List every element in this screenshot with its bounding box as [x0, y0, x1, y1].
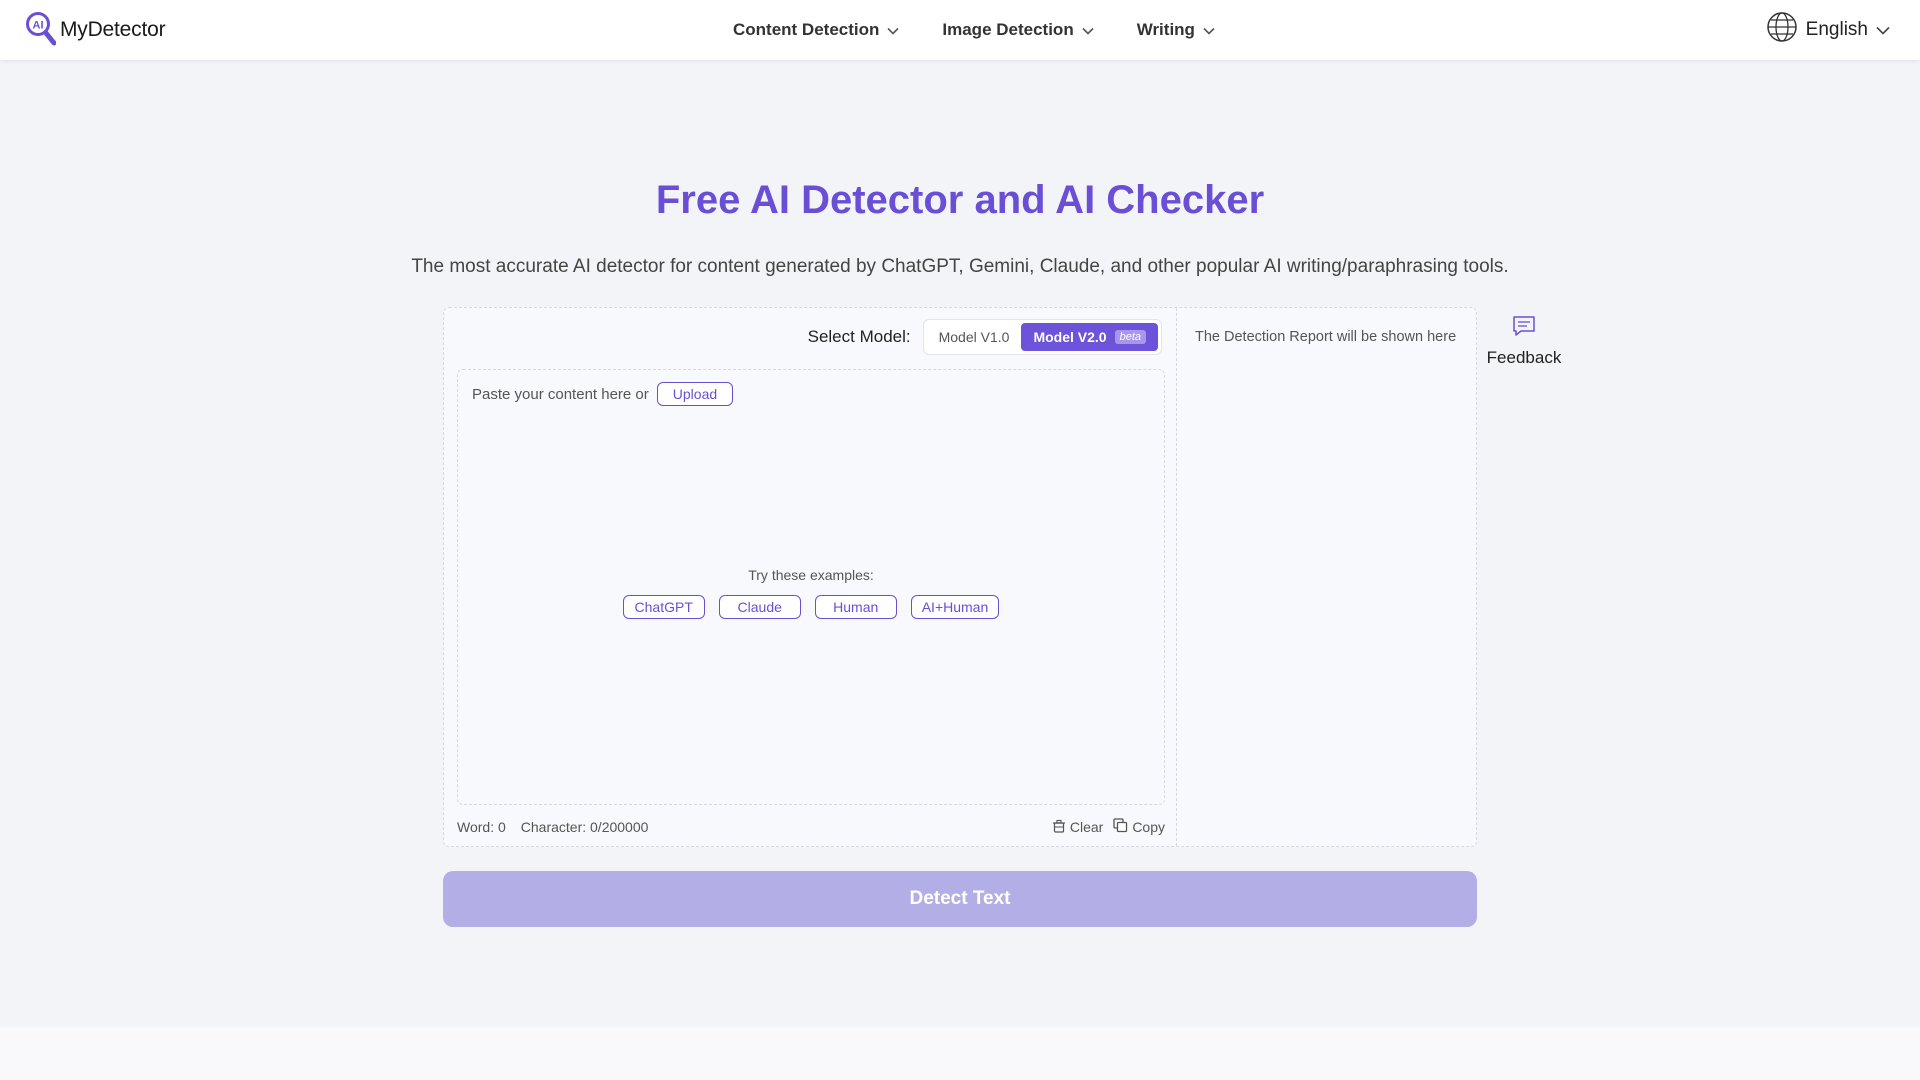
detect-text-button[interactable]: Detect Text: [443, 871, 1477, 927]
text-input-area[interactable]: Paste your content here or Upload Try th…: [457, 369, 1165, 805]
feedback-button[interactable]: Feedback: [1487, 315, 1561, 368]
top-header: AI MyDetector Content Detection Image De…: [0, 0, 1920, 60]
main-nav: Content Detection Image Detection Writin…: [733, 0, 1258, 60]
model-switch: Model V1.0 Model V2.0 beta: [922, 319, 1162, 355]
example-chatgpt-button[interactable]: ChatGPT: [622, 595, 705, 619]
chevron-down-icon: [887, 20, 899, 40]
report-pane: The Detection Report will be shown here: [1178, 308, 1476, 846]
editor-tools: Clear Copy: [1052, 818, 1165, 836]
clear-button[interactable]: Clear: [1052, 818, 1103, 836]
input-pane: Select Model: Model V1.0 Model V2.0 beta…: [444, 308, 1177, 846]
globe-icon: [1766, 11, 1798, 49]
model-selector-row: Select Model: Model V1.0 Model V2.0 beta: [807, 319, 1162, 355]
trash-icon: [1052, 819, 1066, 836]
paste-prompt: Paste your content here or: [472, 385, 649, 403]
chat-bubble-icon: [1512, 315, 1536, 342]
logo-icon: AI: [24, 10, 57, 51]
copy-icon: [1113, 818, 1128, 836]
report-placeholder: The Detection Report will be shown here: [1195, 329, 1457, 345]
detector-panel: Select Model: Model V1.0 Model V2.0 beta…: [443, 307, 1477, 847]
examples-list: ChatGPT Claude Human AI+Human: [458, 595, 1164, 619]
model-label: Select Model:: [807, 327, 911, 346]
chevron-down-icon: [1082, 20, 1094, 40]
feedback-label: Feedback: [1486, 348, 1562, 367]
editor-footer: Word: 0 Character: 0/200000 Clear Copy: [457, 818, 1165, 836]
nav-image-detection[interactable]: Image Detection: [942, 20, 1094, 40]
language-label: English: [1805, 19, 1868, 40]
beta-badge: beta: [1114, 330, 1146, 344]
nav-label: Content Detection: [733, 20, 880, 39]
example-ai-human-button[interactable]: AI+Human: [910, 595, 1000, 619]
model-v2-button[interactable]: Model V2.0 beta: [1021, 323, 1158, 351]
page-subtitle: The most accurate AI detector for conten…: [411, 256, 1509, 277]
model-v1-button[interactable]: Model V1.0: [927, 323, 1022, 351]
nav-writing[interactable]: Writing: [1137, 20, 1215, 40]
chevron-down-icon: [1203, 20, 1215, 40]
nav-label: Writing: [1136, 20, 1195, 39]
model-option-label: Model V2.0: [1033, 329, 1107, 345]
chevron-down-icon: [1876, 19, 1890, 41]
upload-button[interactable]: Upload: [656, 382, 734, 406]
paste-prompt-row: Paste your content here or Upload: [472, 382, 734, 406]
svg-text:AI: AI: [33, 19, 44, 31]
logo[interactable]: AI MyDetector: [24, 10, 166, 51]
page-title: Free AI Detector and AI Checker: [655, 178, 1265, 222]
example-claude-button[interactable]: Claude: [718, 595, 801, 619]
copy-label: Copy: [1132, 819, 1165, 835]
copy-button[interactable]: Copy: [1113, 818, 1165, 836]
logo-text: MyDetector: [60, 18, 166, 41]
examples-label: Try these examples:: [748, 567, 874, 583]
word-count: Word: 0: [457, 819, 506, 835]
example-human-button[interactable]: Human: [814, 595, 897, 619]
nav-label: Image Detection: [942, 20, 1074, 39]
model-option-label: Model V1.0: [938, 329, 1010, 345]
character-count: Character: 0/200000: [520, 819, 649, 835]
nav-content-detection[interactable]: Content Detection: [733, 20, 899, 40]
page-bottom-band: [0, 1027, 1920, 1080]
clear-label: Clear: [1069, 819, 1104, 835]
language-selector[interactable]: English: [1766, 11, 1890, 49]
